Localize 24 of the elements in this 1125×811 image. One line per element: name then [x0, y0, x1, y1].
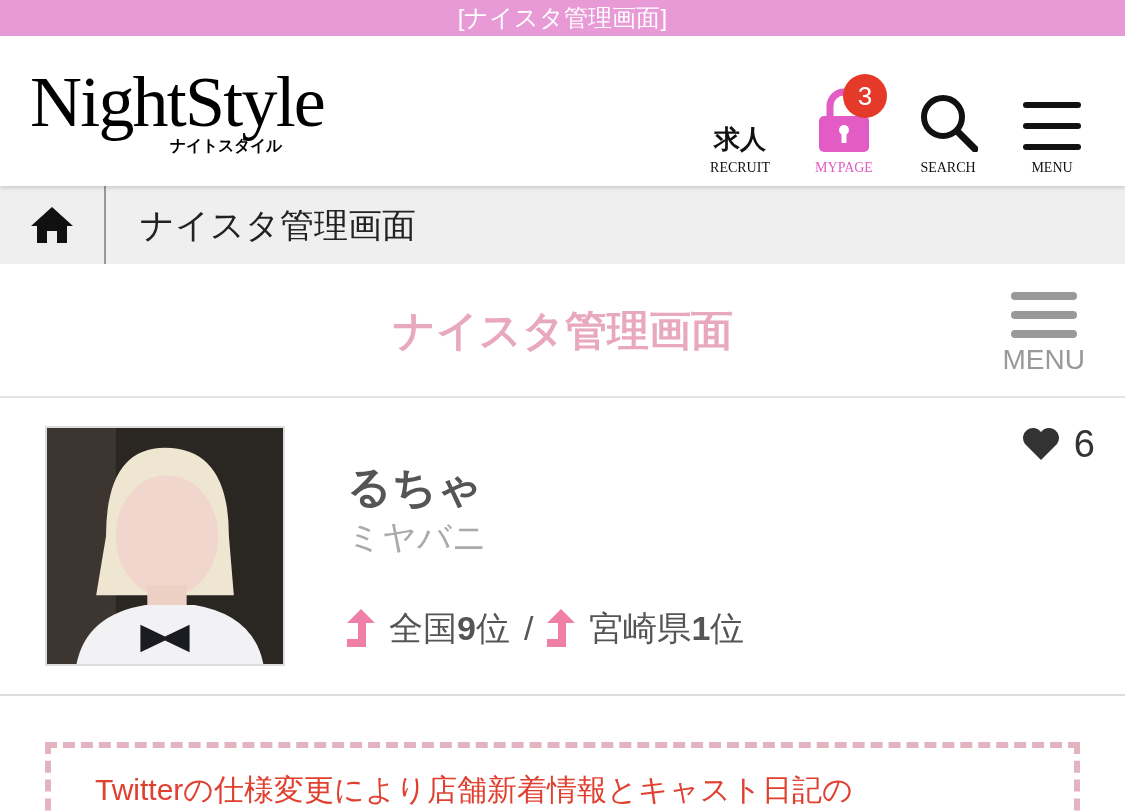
nav-button[interactable]: MENU: [1009, 66, 1095, 176]
nav-button[interactable]: MYPAGE 3: [801, 66, 887, 176]
notification-badge: 3: [843, 74, 887, 118]
heart-icon: [1021, 427, 1060, 461]
search-icon: [918, 92, 978, 152]
nav-button[interactable]: SEARCH: [905, 66, 991, 176]
rank-up-icon: [547, 609, 576, 647]
nav-button[interactable]: 求人 RECRUIT: [697, 66, 783, 176]
home-icon: [29, 205, 75, 245]
like-count: 6: [1073, 424, 1095, 464]
separator: /: [523, 607, 534, 649]
cast-name: るちゃ: [347, 460, 483, 513]
breadcrumb-item: ナイスタ管理画面: [140, 204, 416, 246]
rank-up-icon: [347, 609, 375, 647]
shop-name: ミヤバニ: [347, 516, 488, 558]
menu-icon: [1010, 292, 1077, 338]
rank-text: 全国9位: [389, 607, 510, 649]
rank-text: 宮崎県1位: [589, 607, 745, 649]
menu-icon: [1023, 100, 1081, 152]
notice-text: Twitterの仕様変更により店舗新着情報とキャスト日記の: [95, 772, 855, 808]
recruit-icon: 求人: [712, 126, 768, 152]
logo[interactable]: NightStyle ナイトスタイル: [30, 67, 324, 155]
page-title: ナイスタ管理画面: [392, 305, 733, 356]
top-bar-title: [ナイスタ管理画面]: [457, 4, 668, 32]
